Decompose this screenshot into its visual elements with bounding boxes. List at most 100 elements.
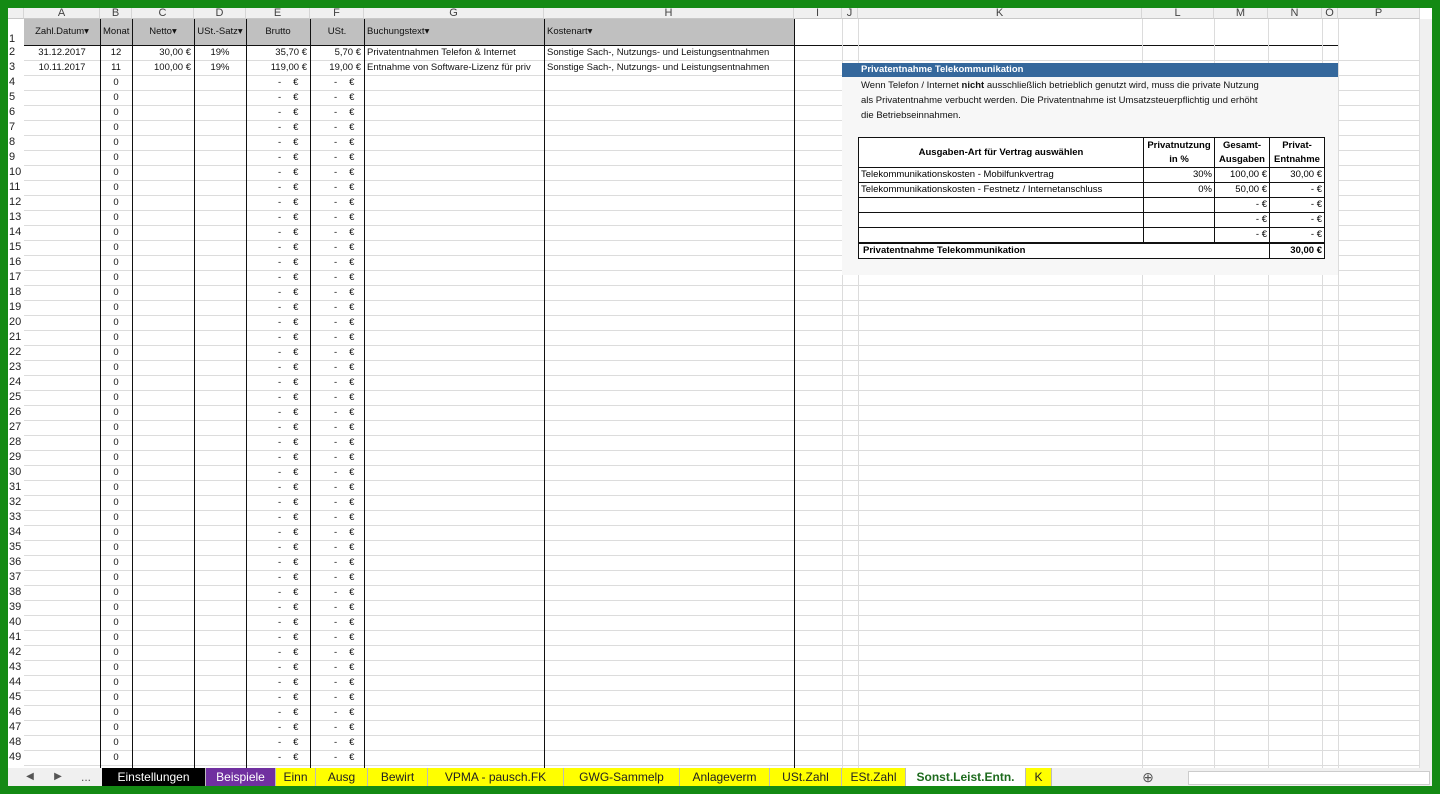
row-header[interactable]: 46 [8,705,24,720]
cell-month[interactable]: 0 [100,165,132,180]
row-header[interactable]: 24 [8,375,24,390]
row-header[interactable]: 13 [8,210,24,225]
cell-gross[interactable]: - € [246,435,310,450]
row-header[interactable]: 49 [8,750,24,765]
row-header[interactable]: 9 [8,150,24,165]
cell-month[interactable]: 0 [100,105,132,120]
cell-gross[interactable]: - € [246,615,310,630]
cell-gross[interactable]: - € [246,735,310,750]
cell-gross[interactable]: - € [246,270,310,285]
cell-gross[interactable]: - € [246,495,310,510]
row-header[interactable]: 40 [8,615,24,630]
cell-gross[interactable]: - € [246,375,310,390]
cell-gross[interactable]: - € [246,585,310,600]
cell-gross[interactable]: - € [246,630,310,645]
sheet-tab[interactable]: ESt.Zahl [842,768,906,786]
cell-booking-text[interactable]: Privatentnahmen Telefon & Internet [364,45,544,60]
row-header[interactable]: 7 [8,120,24,135]
cell-month[interactable]: 0 [100,120,132,135]
sheet-tab[interactable]: GWG-Sammelp [564,768,680,786]
cell-gross[interactable]: - € [246,705,310,720]
cell-gross[interactable]: - € [246,540,310,555]
cell-vat[interactable]: - € [310,135,364,150]
cell-gross[interactable]: - € [246,330,310,345]
table-cell-total[interactable]: - € [1214,227,1270,244]
header-g[interactable]: Buchungstext▾ [364,19,544,45]
row-header[interactable]: 43 [8,660,24,675]
row-header[interactable]: 17 [8,270,24,285]
cell-vat[interactable]: - € [310,465,364,480]
row-header[interactable]: 12 [8,195,24,210]
cell-gross[interactable]: - € [246,720,310,735]
table-cell-kind[interactable]: Telekommunikationskosten - Mobilfunkvert… [858,167,1144,183]
cell-vat[interactable]: - € [310,555,364,570]
cell-month[interactable]: 12 [100,45,132,60]
cell-month[interactable]: 0 [100,240,132,255]
cell-vat[interactable]: - € [310,390,364,405]
cell-month[interactable]: 0 [100,630,132,645]
cell-vat[interactable]: - € [310,195,364,210]
cell-vat[interactable]: - € [310,435,364,450]
cell-month[interactable]: 0 [100,540,132,555]
cell-month[interactable]: 0 [100,135,132,150]
cell-gross[interactable]: 35,70 € [246,45,310,60]
cell-vat[interactable]: - € [310,315,364,330]
cell-vat[interactable]: - € [310,450,364,465]
cell-month[interactable]: 0 [100,195,132,210]
cell-cost-type[interactable]: Sonstige Sach-, Nutzungs- und Leistungse… [544,60,794,75]
cell-month[interactable]: 0 [100,225,132,240]
row-header[interactable]: 23 [8,360,24,375]
cell-vat[interactable]: - € [310,150,364,165]
column-header-m[interactable]: M [1214,8,1268,19]
cell-month[interactable]: 11 [100,60,132,75]
row-header[interactable]: 15 [8,240,24,255]
row-header[interactable]: 3 [8,60,24,75]
row-header[interactable]: 48 [8,735,24,750]
table-cell-kind[interactable] [858,212,1144,228]
add-sheet-icon[interactable]: ⊕ [1138,768,1158,786]
sheet-tab[interactable]: VPMA - pausch.FK [428,768,564,786]
row-header[interactable]: 31 [8,480,24,495]
cell-gross[interactable]: - € [246,465,310,480]
cell-vat[interactable]: - € [310,240,364,255]
column-header-e[interactable]: E [246,8,310,19]
row-header[interactable]: 11 [8,180,24,195]
table-cell-withdrawal[interactable]: - € [1269,182,1325,198]
cell-month[interactable]: 0 [100,615,132,630]
row-header[interactable]: 27 [8,420,24,435]
column-header-j[interactable]: J [842,8,858,19]
cell-gross[interactable]: - € [246,420,310,435]
cell-vat[interactable]: - € [310,270,364,285]
cell-gross[interactable]: - € [246,480,310,495]
cell-month[interactable]: 0 [100,720,132,735]
cell-month[interactable]: 0 [100,735,132,750]
cell-vat[interactable]: - € [310,345,364,360]
column-header-o[interactable]: O [1322,8,1338,19]
cell-month[interactable]: 0 [100,450,132,465]
cell-month[interactable]: 0 [100,270,132,285]
cell-gross[interactable]: - € [246,135,310,150]
cell-month[interactable]: 0 [100,360,132,375]
cell-vat[interactable]: - € [310,705,364,720]
row-header[interactable]: 42 [8,645,24,660]
cell-month[interactable]: 0 [100,645,132,660]
column-header-c[interactable]: C [132,8,194,19]
cell-gross[interactable]: - € [246,195,310,210]
column-header-g[interactable]: G [364,8,544,19]
cell-gross[interactable]: - € [246,390,310,405]
cell-vat[interactable]: - € [310,285,364,300]
table-cell-total[interactable]: - € [1214,197,1270,213]
sheet-tab[interactable]: Einstellungen [102,768,206,786]
cell-vat[interactable]: 19,00 € [310,60,364,75]
select-all-corner[interactable] [8,8,24,19]
cell-vat[interactable]: - € [310,645,364,660]
cell-gross[interactable]: - € [246,165,310,180]
horizontal-scrollbar[interactable] [1188,771,1430,785]
row-header[interactable]: 32 [8,495,24,510]
cell-vat[interactable]: - € [310,360,364,375]
cell-vat[interactable]: - € [310,690,364,705]
cell-vat[interactable]: - € [310,510,364,525]
cell-vat[interactable]: 5,70 € [310,45,364,60]
row-header[interactable]: 37 [8,570,24,585]
row-header[interactable]: 1 [8,19,24,46]
